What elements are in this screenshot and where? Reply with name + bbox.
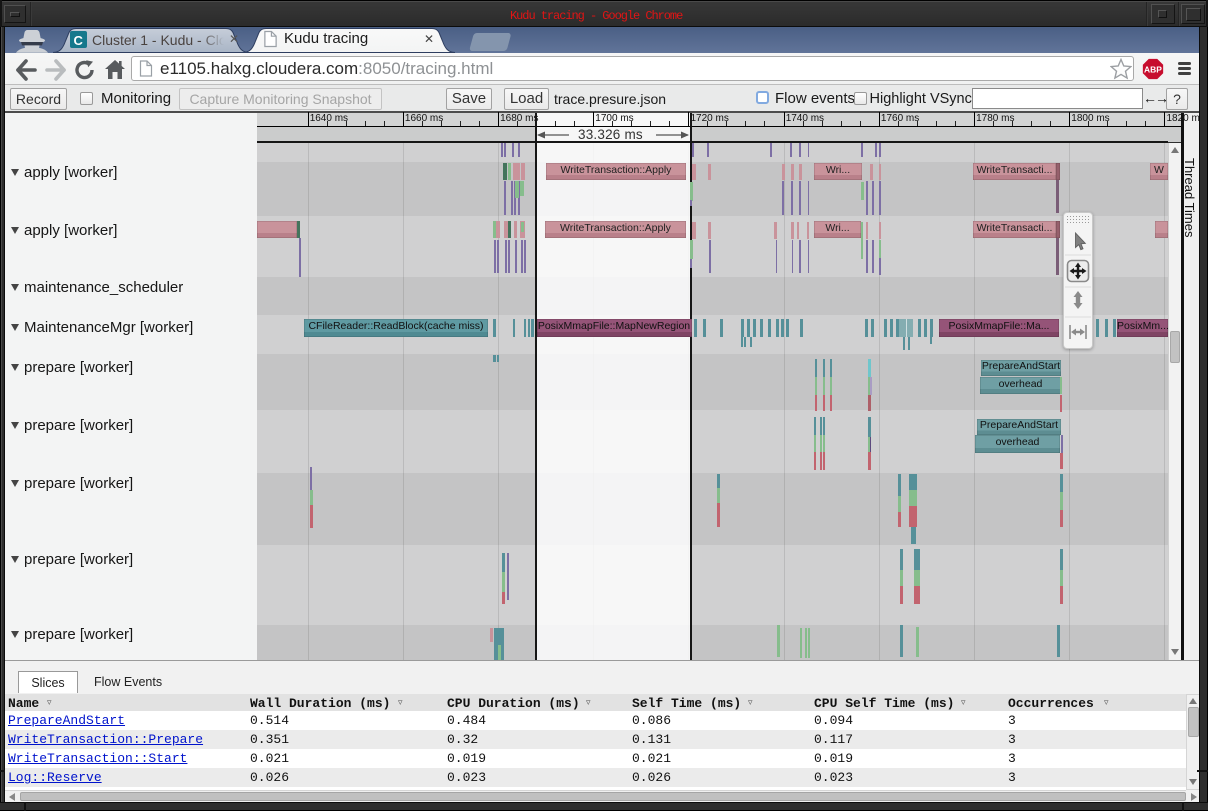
svg-text:ABP: ABP — [1144, 64, 1162, 74]
